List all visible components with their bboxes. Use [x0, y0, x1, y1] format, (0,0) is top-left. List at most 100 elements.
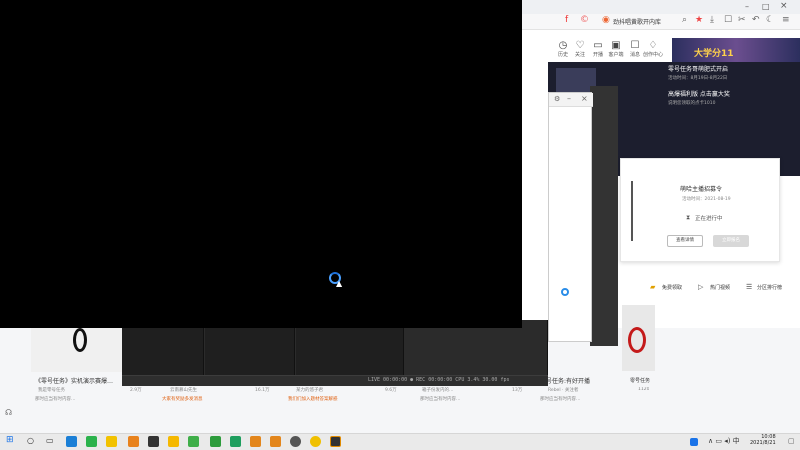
zero-logo-icon: [628, 327, 646, 353]
app-icon[interactable]: [210, 436, 221, 447]
cursor-icon: ▲: [336, 279, 343, 288]
rank-link[interactable]: 分区排行榜: [757, 284, 782, 291]
promo-banner[interactable]: 大学分11: [672, 38, 800, 64]
app-icon[interactable]: [250, 436, 261, 447]
video-meta: 那时应当有时内容…: [540, 397, 581, 402]
extension-icon[interactable]: ★: [695, 15, 703, 25]
zero-logo-icon: [73, 328, 87, 352]
video-author[interactable]: 某力的悠子君: [296, 387, 366, 393]
sources-dock[interactable]: [205, 320, 295, 375]
app-icon[interactable]: [168, 436, 179, 447]
minimize-icon[interactable]: –: [567, 94, 571, 103]
task-view-icon[interactable]: ▭: [46, 436, 54, 445]
notification-icon[interactable]: ▢: [788, 437, 795, 445]
recruit-date: 活动时间：2021-08-19: [682, 197, 731, 202]
video-meta: 那时应当有时内容…: [420, 397, 461, 402]
header-broadcast[interactable]: ▭ 开播: [588, 40, 608, 58]
video-views: 13万: [512, 388, 523, 393]
video-author[interactable]: Rebel · 关注者: [548, 387, 608, 393]
download-icon[interactable]: ⤓: [710, 15, 714, 25]
recruit-title: 萌哈主播招募令: [680, 186, 723, 193]
header-follow[interactable]: ♡ 关注: [570, 40, 590, 58]
app-icon[interactable]: [106, 436, 117, 447]
video-title[interactable]: 零号任务:有好开播: [540, 376, 622, 385]
maximize-icon[interactable]: □: [762, 2, 770, 11]
scenes-dock[interactable]: [122, 320, 204, 375]
edge-icon[interactable]: [66, 436, 77, 447]
event-headline[interactable]: 高爆福利版 点击赢大奖: [668, 89, 780, 98]
promo-text: 大学分11: [694, 49, 734, 59]
video-views: 16.1万: [255, 388, 270, 393]
header-client[interactable]: ▣ 客户端: [606, 40, 626, 58]
recruit-status: 正在进行中: [695, 216, 723, 222]
video-preview[interactable]: [0, 0, 522, 328]
bilibili-icon: f: [565, 15, 569, 25]
event-note: 说明您领取的点卡1010: [668, 101, 716, 106]
windows-start-icon[interactable]: ⊞: [6, 435, 14, 445]
app-icon[interactable]: [148, 436, 159, 447]
tools-icon[interactable]: ✂: [738, 15, 746, 25]
tray-icons[interactable]: ∧ ▭ ◂) 中: [708, 436, 740, 446]
client-icon: ▣: [611, 40, 621, 51]
headset-icon[interactable]: ☊: [5, 408, 12, 417]
clock-date: 2021/8/21: [750, 440, 776, 446]
search-icon[interactable]: ⌕: [682, 15, 687, 25]
app-icon[interactable]: [310, 436, 321, 447]
controls-dock[interactable]: [406, 320, 548, 375]
hot-icon: ◉: [602, 15, 610, 25]
video-title[interactable]: 《零号任务》实机演示赛爆…: [35, 376, 123, 385]
moon-icon[interactable]: ☾: [766, 15, 774, 25]
obs-status-bar: LIVE 00:00:00 ● REC 00:00:00 CPU 3.4% 30…: [122, 375, 548, 386]
live-counter: 1120: [638, 387, 650, 392]
video-thumbnail[interactable]: [31, 328, 123, 372]
clock[interactable]: 10:08 2021/8/21: [750, 434, 776, 446]
excel-icon[interactable]: [230, 436, 241, 447]
mixer-dock[interactable]: [296, 320, 404, 375]
header-message[interactable]: ☐ 消息: [625, 40, 645, 58]
follow-icon: ♡: [575, 40, 585, 51]
message-icon: ☐: [630, 40, 640, 51]
gear-icon[interactable]: ⚙: [554, 95, 560, 103]
search-icon[interactable]: ○: [27, 436, 34, 445]
taskbar: [0, 433, 800, 450]
video-author[interactable]: 云南慕山先生: [170, 387, 240, 393]
live-label: 零号任务: [630, 378, 651, 384]
minimize-icon[interactable]: –: [745, 2, 749, 11]
free-get-link[interactable]: 免费领取: [662, 284, 682, 291]
creator-icon: ♢: [648, 40, 658, 51]
video-tag: 大家有奖励多发消息: [162, 397, 203, 402]
video-views: 9.6万: [385, 388, 397, 393]
tray-app-icon[interactable]: [690, 438, 698, 446]
hourglass-icon: ⧗: [686, 214, 691, 221]
menu-icon[interactable]: ≡: [782, 15, 790, 25]
header-creator[interactable]: ♢ 创作中心: [643, 40, 663, 58]
rank-icon: ☰: [746, 283, 753, 291]
app-icon[interactable]: [270, 436, 281, 447]
undo-icon[interactable]: ↶: [752, 15, 760, 25]
gift-icon: ▰: [650, 283, 656, 291]
close-icon[interactable]: ×: [581, 94, 588, 103]
collection-icon[interactable]: ☐: [724, 15, 732, 25]
loading-icon: [561, 288, 569, 296]
folder-icon[interactable]: [128, 436, 139, 447]
side-panel: [590, 86, 618, 346]
broadcast-icon: ▭: [593, 40, 603, 51]
close-icon[interactable]: ×: [780, 1, 788, 11]
video-author[interactable]: 箱子份发内的…: [422, 387, 482, 393]
wechat-icon[interactable]: [86, 436, 97, 447]
detail-button[interactable]: 查看详情: [667, 235, 703, 247]
event-title: 零号任务哥萌肥式开启: [668, 66, 729, 73]
obs-icon[interactable]: [330, 436, 341, 447]
clock-app-icon[interactable]: [290, 436, 301, 447]
search-suggestion[interactable]: 劲抖唱黄歌开内库: [613, 17, 673, 26]
video-icon: ▷: [698, 283, 704, 291]
video-tag: 我们们加入题材答案解惑: [288, 397, 338, 402]
share-icon[interactable]: ©: [580, 15, 589, 25]
video-meta: 那时应当有时内容…: [35, 397, 76, 402]
video-author[interactable]: 我是零号任务: [38, 387, 108, 393]
app-icon[interactable]: [188, 436, 199, 447]
video-thumbnail[interactable]: [622, 305, 655, 371]
hot-video-link[interactable]: 热门视频: [710, 284, 730, 291]
join-button[interactable]: 立即报名: [713, 235, 749, 247]
event-date: 活动时间：8月19日-8月22日: [668, 76, 728, 81]
